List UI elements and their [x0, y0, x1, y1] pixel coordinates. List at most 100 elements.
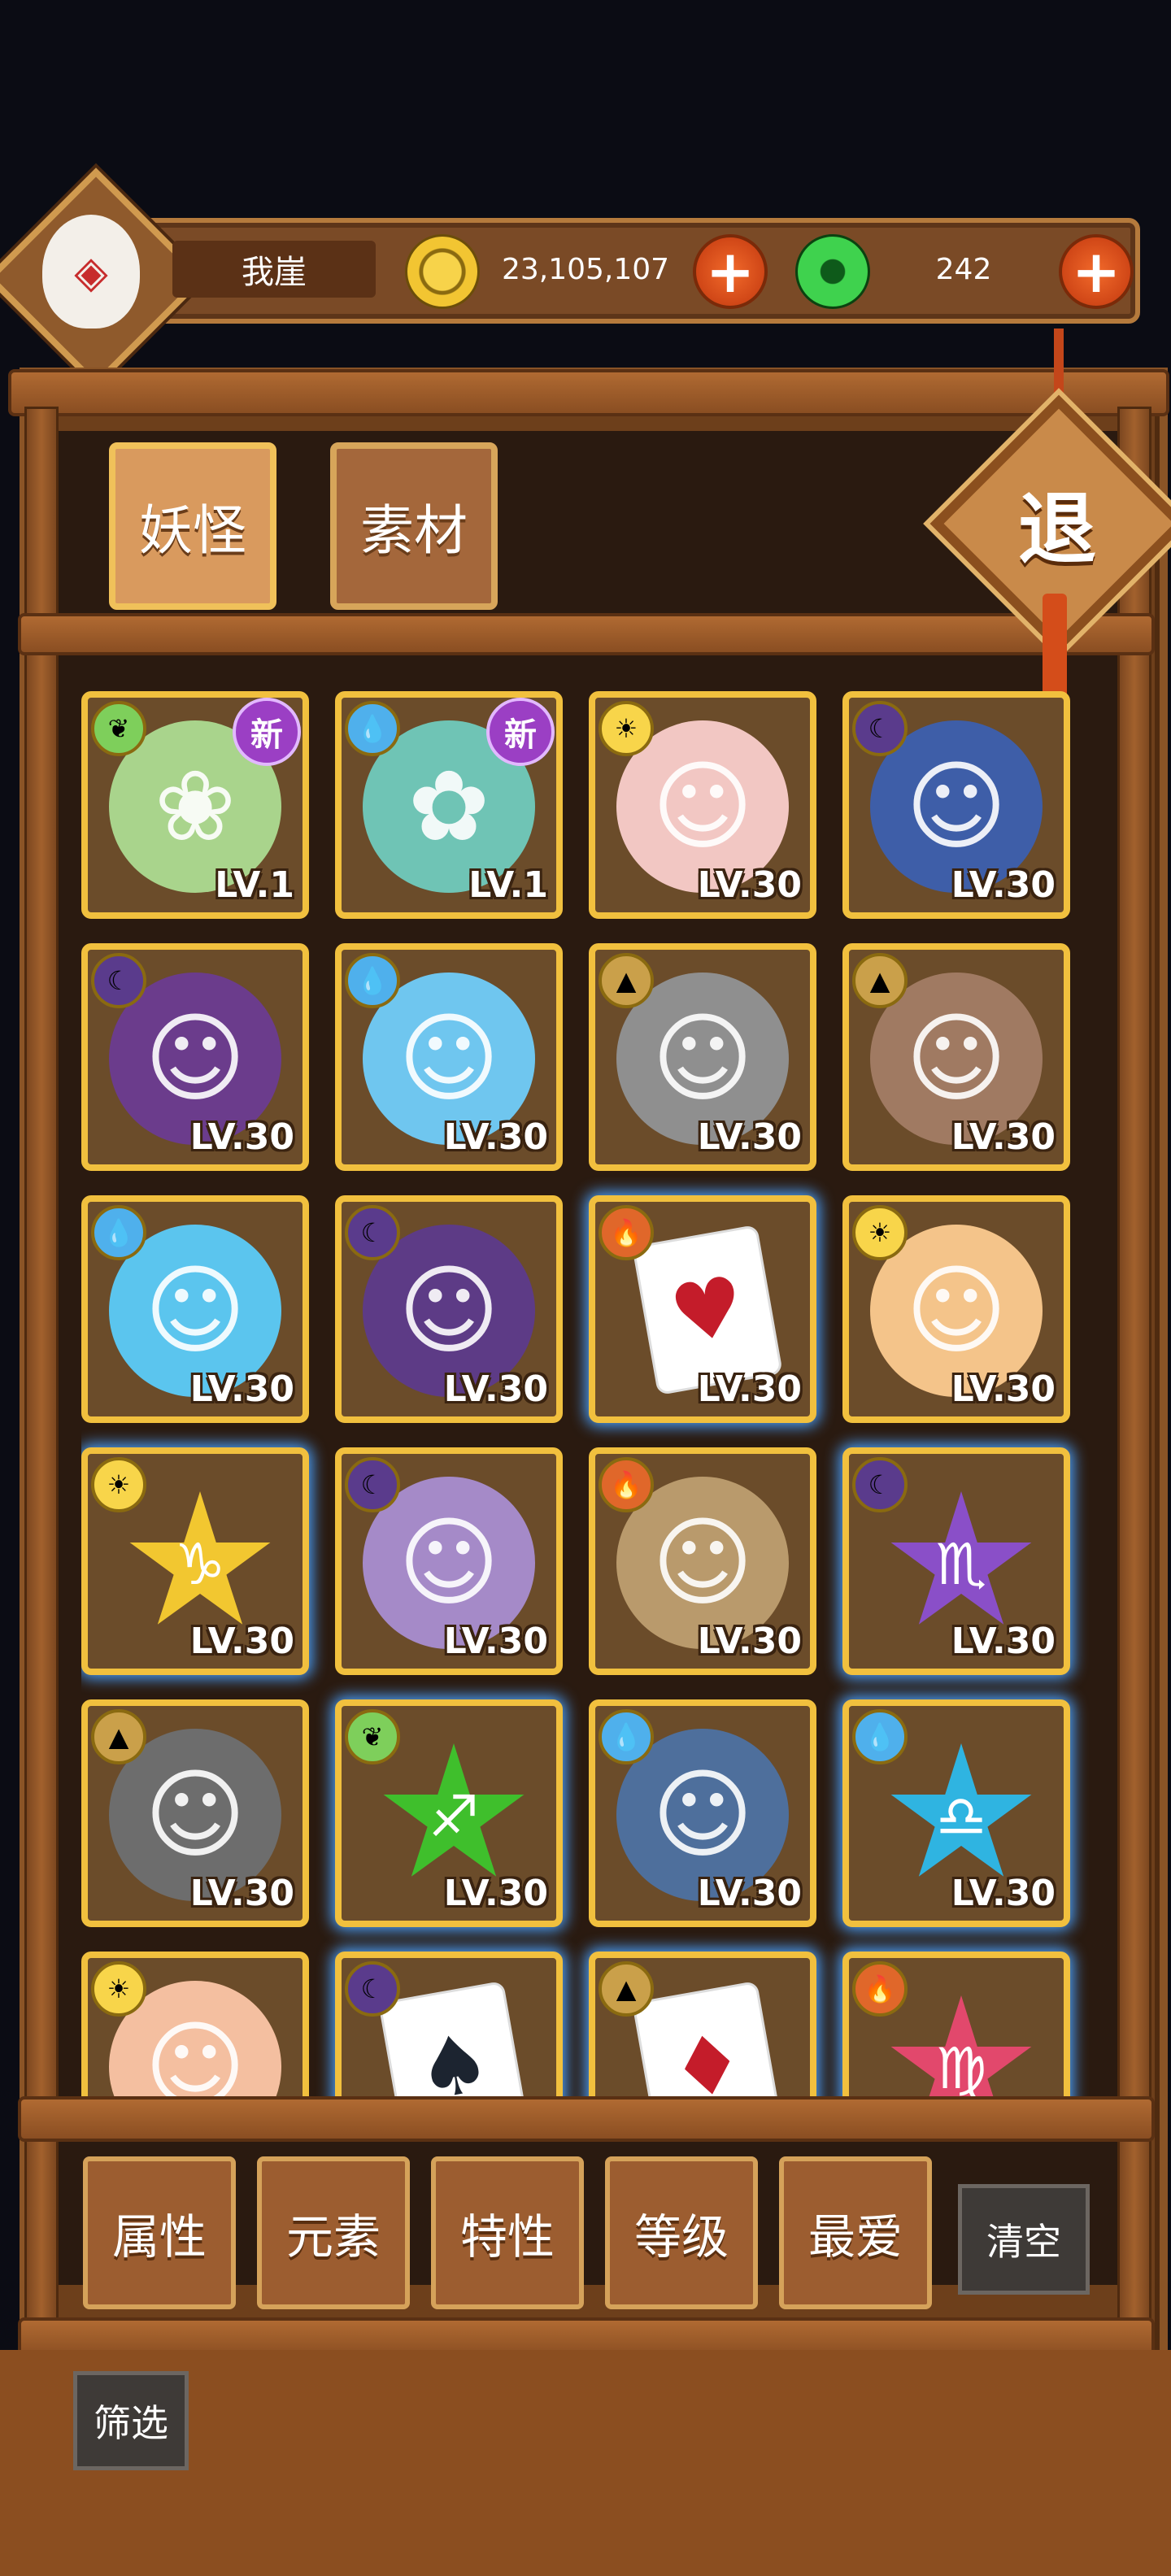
filter-trait-button[interactable]: 特性 — [431, 2156, 584, 2309]
level-label: LV.30 — [443, 1368, 548, 1410]
yokai-card[interactable]: ☺ ▲ LV.30 — [589, 943, 816, 1171]
yokai-card[interactable]: ☺ 💧 LV.30 — [81, 1195, 309, 1423]
yokai-card[interactable]: ☺ ☾ LV.30 — [842, 691, 1070, 919]
yokai-card[interactable]: ☺ ☾ LV.30 — [335, 1195, 563, 1423]
yokai-card[interactable]: ♑ ☀ LV.30 — [81, 1447, 309, 1675]
fox-mask-icon: ◈ — [42, 215, 140, 329]
filter-element-button[interactable]: 元素 — [257, 2156, 410, 2309]
new-badge: 新 — [486, 698, 555, 766]
water-drop-icon: 💧 — [91, 1205, 146, 1260]
add-gold-button[interactable]: + — [693, 234, 768, 309]
exit-tassel — [1043, 594, 1067, 699]
yokai-card[interactable]: ☺ ▲ LV.30 — [842, 943, 1070, 1171]
yokai-card[interactable]: ☺ 💧 LV.30 — [589, 1699, 816, 1927]
fire-icon: 🔥 — [599, 1457, 654, 1512]
level-label: LV.30 — [189, 1873, 294, 1914]
level-label: LV.30 — [189, 1116, 294, 1158]
gold-amount: 23,105,107 — [501, 252, 670, 286]
level-label: LV.30 — [951, 864, 1056, 906]
filter-favorite-button[interactable]: 最爱 — [779, 2156, 932, 2309]
player-name: 我崖 — [172, 241, 376, 298]
zodiac-star-icon: ♎ — [890, 1743, 1032, 1877]
zodiac-star-icon: ♐ — [383, 1743, 525, 1877]
leaf-icon: ❦ — [345, 1709, 400, 1764]
playing-card-icon: ♦ — [632, 1980, 783, 2098]
yokai-card[interactable]: ♦ ▲ — [589, 1952, 816, 2098]
level-label: LV.30 — [189, 1368, 294, 1410]
screen-filter-button[interactable]: 筛选 — [73, 2371, 189, 2470]
yokai-grid: ❀ ❦ 新 LV.1 ✿ 💧 新 LV.1 ☺ ☀ LV.30 ☺ ☾ LV.30 ☺ ☾ LV.30 ☺ 💧 LV.… — [81, 691, 1090, 2098]
mountain-icon: ▲ — [599, 953, 654, 1008]
gem-amount: 242 — [935, 252, 992, 286]
level-label: LV.30 — [189, 1621, 294, 1662]
level-label: LV.30 — [443, 1116, 548, 1158]
yokai-card[interactable]: ☺ ☾ LV.30 — [335, 1447, 563, 1675]
level-label: LV.30 — [697, 1368, 802, 1410]
clear-filter-button[interactable]: 清空 — [958, 2184, 1090, 2295]
yokai-card[interactable]: ♠ ☾ — [335, 1952, 563, 2098]
moon-icon: ☾ — [345, 1457, 400, 1512]
top-beam — [8, 369, 1169, 416]
sun-icon: ☀ — [91, 1961, 146, 2017]
level-label: LV.1 — [468, 864, 548, 906]
zodiac-star-icon: ♏ — [890, 1491, 1032, 1625]
yokai-card[interactable]: ❀ ❦ 新 LV.1 — [81, 691, 309, 919]
yokai-card[interactable]: ☺ 💧 LV.30 — [335, 943, 563, 1171]
water-drop-icon: 💧 — [852, 1709, 908, 1764]
zodiac-star-icon: ♍ — [890, 1995, 1032, 2098]
yokai-card[interactable]: ☺ ▲ LV.30 — [81, 1699, 309, 1927]
level-label: LV.30 — [443, 1873, 548, 1914]
yokai-card[interactable]: ♐ ❦ LV.30 — [335, 1699, 563, 1927]
yokai-card[interactable]: ♥ 🔥 LV.30 — [589, 1195, 816, 1423]
filter-top-beam — [18, 2096, 1155, 2142]
yokai-card[interactable]: ♏ ☾ LV.30 — [842, 1447, 1070, 1675]
level-label: LV.30 — [697, 864, 802, 906]
moon-icon: ☾ — [91, 953, 146, 1008]
level-label: LV.30 — [697, 1873, 802, 1914]
yokai-card[interactable]: ✿ 💧 新 LV.1 — [335, 691, 563, 919]
yokai-card[interactable]: ☺ ☀ — [81, 1952, 309, 2098]
sun-icon: ☀ — [599, 701, 654, 756]
moon-icon: ☾ — [852, 701, 908, 756]
add-gem-button[interactable]: + — [1059, 234, 1134, 309]
green-gem-icon — [795, 234, 870, 309]
moon-icon: ☾ — [345, 1205, 400, 1260]
yokai-card[interactable]: ☺ 🔥 LV.30 — [589, 1447, 816, 1675]
right-post — [1117, 407, 1151, 2363]
mountain-icon: ▲ — [852, 953, 908, 1008]
level-label: LV.1 — [215, 864, 294, 906]
level-label: LV.30 — [951, 1116, 1056, 1158]
tab-divider-beam — [18, 613, 1155, 655]
level-label: LV.30 — [443, 1621, 548, 1662]
sun-icon: ☀ — [91, 1457, 146, 1512]
zodiac-star-icon: ♑ — [129, 1491, 271, 1625]
yokai-card[interactable]: ☺ ☀ LV.30 — [589, 691, 816, 919]
moon-icon: ☾ — [852, 1457, 908, 1512]
fire-icon: 🔥 — [599, 1205, 654, 1260]
fire-icon: 🔥 — [852, 1961, 908, 2017]
level-label: LV.30 — [951, 1621, 1056, 1662]
leaf-icon: ❦ — [91, 701, 146, 756]
mountain-icon: ▲ — [599, 1961, 654, 2017]
yokai-card[interactable]: ☺ ☀ LV.30 — [842, 1195, 1070, 1423]
yokai-card[interactable]: ♍ 🔥 — [842, 1952, 1070, 2098]
water-drop-icon: 💧 — [345, 953, 400, 1008]
level-label: LV.30 — [697, 1621, 802, 1662]
tab-yokai[interactable]: 妖怪 — [109, 442, 276, 610]
tab-materials[interactable]: 素材 — [330, 442, 498, 610]
mountain-icon: ▲ — [91, 1709, 146, 1764]
filter-level-button[interactable]: 等级 — [605, 2156, 758, 2309]
playing-card-icon: ♠ — [378, 1980, 529, 2098]
water-drop-icon: 💧 — [345, 701, 400, 756]
yokai-card[interactable]: ♎ 💧 LV.30 — [842, 1699, 1070, 1927]
level-label: LV.30 — [951, 1368, 1056, 1410]
gold-coin-icon — [405, 234, 480, 309]
left-post — [24, 407, 59, 2363]
yokai-card[interactable]: ☺ ☾ LV.30 — [81, 943, 309, 1171]
filter-attribute-button[interactable]: 属性 — [83, 2156, 236, 2309]
moon-icon: ☾ — [345, 1961, 400, 2017]
exit-button[interactable]: 退 — [968, 433, 1147, 611]
level-label: LV.30 — [951, 1873, 1056, 1914]
new-badge: 新 — [233, 698, 301, 766]
water-drop-icon: 💧 — [599, 1709, 654, 1764]
